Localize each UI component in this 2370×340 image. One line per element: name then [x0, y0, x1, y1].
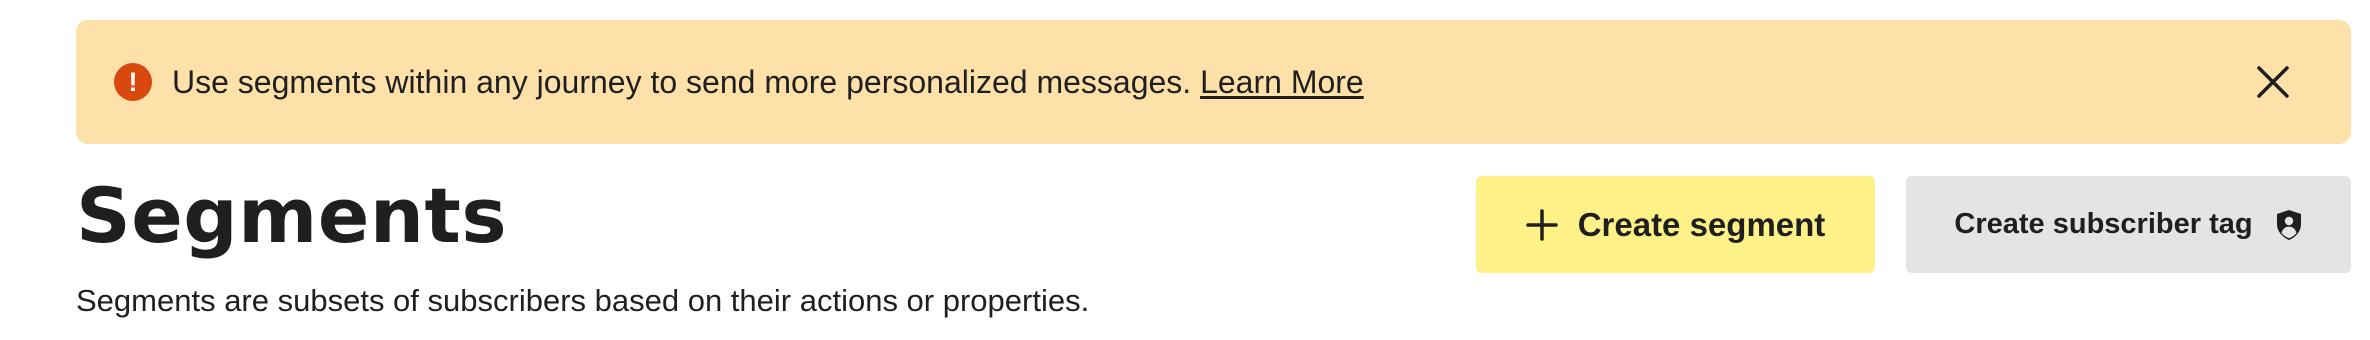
- page-title: Segments: [76, 171, 508, 260]
- banner-close-button[interactable]: [2251, 60, 2295, 104]
- info-banner: ! Use segments within any journey to sen…: [76, 20, 2351, 144]
- create-segment-button[interactable]: Create segment: [1476, 176, 1875, 273]
- banner-message: Use segments within any journey to send …: [172, 63, 1192, 100]
- exclamation-circle-icon: !: [114, 63, 152, 101]
- banner-text: Use segments within any journey to send …: [172, 64, 1364, 101]
- segments-page: ! Use segments within any journey to sen…: [0, 0, 2370, 340]
- create-subscriber-tag-button[interactable]: Create subscriber tag: [1906, 176, 2351, 273]
- learn-more-link[interactable]: Learn More: [1200, 64, 1364, 100]
- close-icon: [2257, 66, 2289, 98]
- shield-user-icon: [2275, 209, 2303, 241]
- page-subtitle: Segments are subsets of subscribers base…: [76, 283, 1090, 318]
- create-segment-label: Create segment: [1577, 205, 1826, 243]
- plus-icon: [1525, 208, 1558, 241]
- create-subscriber-tag-label: Create subscriber tag: [1954, 208, 2253, 240]
